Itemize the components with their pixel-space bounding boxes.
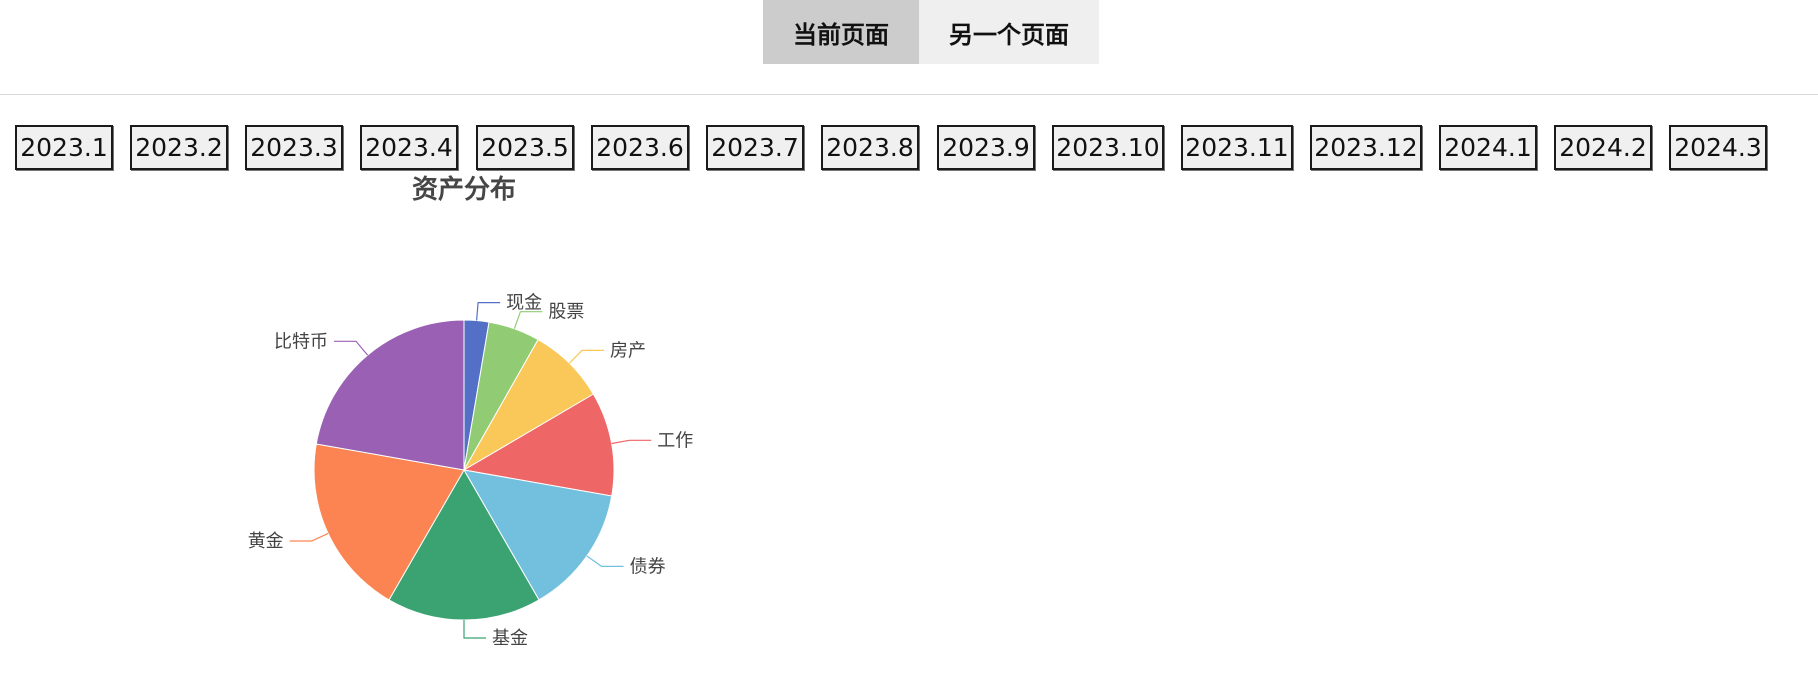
date-button-2023-4[interactable]: 2023.4 [360,125,458,170]
asset-pie-chart: 资产分布 现金 股票房产工作债券基金 黄金 比特币 [248,175,694,649]
date-button-2023-2[interactable]: 2023.2 [130,125,228,170]
date-button-2023-9[interactable]: 2023.9 [937,125,1035,170]
pie-leader-line-0 [476,302,501,321]
date-button-2023-12[interactable]: 2023.12 [1310,125,1422,170]
date-button-2024-1[interactable]: 2024.1 [1439,125,1537,170]
tab-current-page[interactable]: 当前页面 [763,0,919,64]
date-button-2023-8[interactable]: 2023.8 [821,125,919,170]
date-button-2023-10[interactable]: 2023.10 [1052,125,1164,170]
pie-leader-line-1 [513,311,543,329]
date-button-2023-1[interactable]: 2023.1 [15,125,113,170]
date-button-2024-3[interactable]: 2024.3 [1669,125,1767,170]
pie-leader-line-3 [611,439,652,445]
chart-title: 资产分布 [412,175,516,205]
date-button-row: 2023.1 2023.2 2023.3 2023.4 2023.5 2023.… [0,125,1818,171]
pie-leader-line-2 [568,349,604,364]
date-button-2024-2[interactable]: 2024.2 [1554,125,1652,170]
pie-slice-7[interactable] [315,319,465,471]
pie-leader-line-7 [334,340,369,356]
page-tab-bar: 当前页面 另一个页面 [0,0,1818,95]
tab-other-page[interactable]: 另一个页面 [919,0,1099,64]
pie-slices [313,319,615,621]
date-button-2023-6[interactable]: 2023.6 [591,125,689,170]
date-button-2023-3[interactable]: 2023.3 [245,125,343,170]
pie-leader-line-6 [289,532,329,542]
date-button-2023-11[interactable]: 2023.11 [1181,125,1293,170]
pie-label-7: 比特币 [274,331,328,352]
pie-label-4: 债券 [630,556,666,577]
pie-leader-line-5 [463,620,486,639]
pie-label-1: 股票 [548,302,584,323]
pie-label-5: 基金 [492,628,528,649]
date-button-2023-5[interactable]: 2023.5 [476,125,574,170]
pie-label-2: 房产 [610,340,646,361]
pie-label-3: 工作 [657,430,693,451]
date-button-2023-7[interactable]: 2023.7 [706,125,804,170]
pie-leader-line-4 [586,555,624,567]
pie-label-0: 现金 [506,293,542,314]
pie-label-6: 黄金 [248,531,284,552]
